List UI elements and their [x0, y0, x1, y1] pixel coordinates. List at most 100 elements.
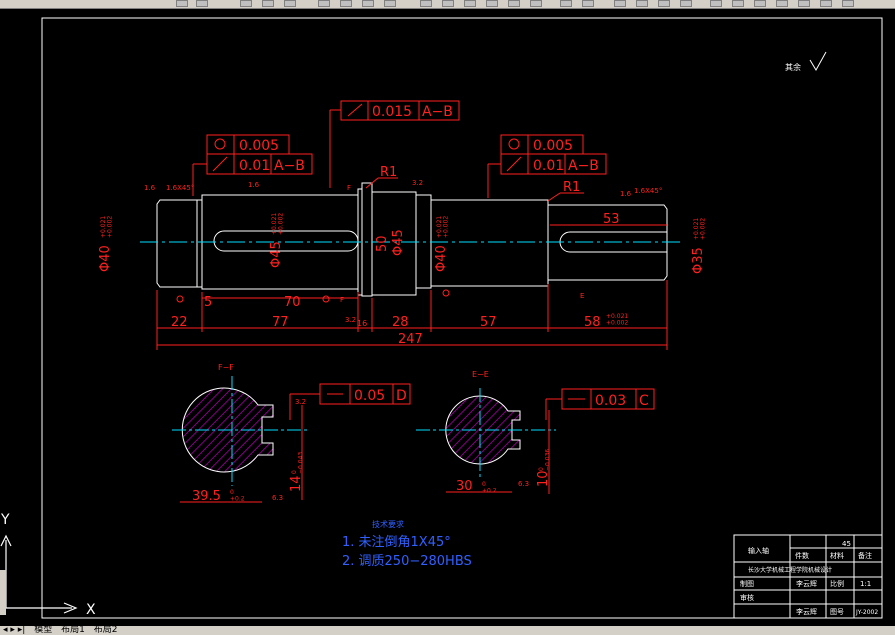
gdt-section-f-datum: D — [396, 388, 407, 404]
svg-text:247: 247 — [398, 332, 423, 347]
section-f-width: 39.5 — [192, 489, 221, 504]
toolbar-button[interactable] — [362, 0, 374, 7]
section-label-f: F−F — [218, 363, 234, 372]
roughness-value: 3.2 — [345, 316, 356, 324]
length-chain-labels: 22 77 16 28 57 58 247 — [171, 315, 601, 347]
drawing-canvas[interactable]: 其余 0.015 A−B 0.005 0.01 A−B 0.005 0.01 A… — [0, 9, 895, 626]
svg-text:件数: 件数 — [795, 551, 809, 560]
cut-marker-f: F — [340, 296, 344, 304]
toolbar-button[interactable] — [710, 0, 722, 7]
svg-text:Φ40: Φ40 — [434, 245, 449, 272]
chamfer-label-right: 1.6X45° — [634, 187, 662, 195]
svg-text:+0.021+0.002: +0.021+0.002 — [100, 216, 114, 238]
svg-text:16: 16 — [357, 319, 367, 328]
toolbar-button[interactable] — [614, 0, 626, 7]
toolbar-button[interactable] — [680, 0, 692, 7]
section-e-width-tol: 0 +0.2 — [482, 481, 497, 495]
toolbar-button[interactable] — [486, 0, 498, 7]
svg-text:28: 28 — [392, 315, 409, 330]
toolbar-button[interactable] — [560, 0, 572, 7]
svg-text:审核: 审核 — [740, 593, 754, 602]
svg-text:77: 77 — [272, 315, 289, 330]
shaft-main-view — [156, 182, 668, 297]
svg-text:1:1: 1:1 — [860, 580, 871, 588]
svg-text:Φ45: Φ45 — [269, 241, 284, 268]
toolbar-button[interactable] — [754, 0, 766, 7]
toolbar-button[interactable] — [420, 0, 432, 7]
toolbar-button[interactable] — [318, 0, 330, 7]
gdt-left-cyl: 0.005 — [239, 138, 279, 154]
gdt-right-datum: A−B — [568, 158, 599, 174]
datum-marker-icon — [176, 295, 184, 303]
tab-layout2[interactable]: 布局2 — [91, 625, 121, 635]
toolbar-button[interactable] — [240, 0, 252, 7]
section-f-width-tol: 0 +0.2 — [230, 489, 245, 503]
toolbar-button[interactable] — [582, 0, 594, 7]
roughness-value: 3.2 — [295, 398, 306, 406]
toolbar-button[interactable] — [636, 0, 648, 7]
gdt-top-tolerance: 0.015 — [372, 104, 412, 120]
datum-marker-icon — [442, 289, 450, 297]
toolbar-button[interactable] — [284, 0, 296, 7]
toolbar-button[interactable] — [530, 0, 542, 7]
section-e-key: 10 — [536, 470, 551, 487]
toolbar-button[interactable] — [384, 0, 396, 7]
svg-text:制图: 制图 — [740, 579, 754, 588]
left-scrollbar[interactable] — [0, 570, 6, 615]
length-dim: 5 — [204, 295, 212, 310]
section-e-width: 30 — [456, 479, 473, 494]
length-dim: 70 — [284, 295, 301, 310]
svg-text:+0.021+0.002: +0.021+0.002 — [436, 216, 450, 238]
svg-text:50: 50 — [375, 235, 390, 252]
drawing-border — [41, 17, 883, 619]
svg-text:+0.021+0.002: +0.021+0.002 — [693, 218, 707, 240]
section-f-key-tol: 0−0.043 — [291, 452, 305, 474]
svg-text:45: 45 — [842, 540, 851, 548]
tab-nav-arrows[interactable]: ◂ ▸ ▸| — [0, 625, 28, 635]
cut-marker-f: F — [347, 184, 351, 192]
layout-tab-bar: ◂ ▸ ▸| 模型 布局1 布局2 — [0, 626, 895, 635]
ucs-icon — [0, 534, 78, 614]
section-label-e: E−E — [472, 370, 489, 379]
toolbar-button[interactable] — [842, 0, 854, 7]
toolbar-button[interactable] — [176, 0, 188, 7]
toolbar-button[interactable] — [798, 0, 810, 7]
svg-text:材料: 材料 — [830, 551, 844, 560]
gdt-left-datum: A−B — [274, 158, 305, 174]
toolbar-button[interactable] — [442, 0, 454, 7]
chamfer-label-left: 1.6X45° — [166, 184, 194, 192]
toolbar-button[interactable] — [508, 0, 520, 7]
tab-layout1[interactable]: 布局1 — [58, 625, 88, 635]
svg-text:Φ40: Φ40 — [98, 245, 113, 272]
toolbar-button[interactable] — [776, 0, 788, 7]
tab-model[interactable]: 模型 — [31, 625, 55, 635]
svg-text:李云辉: 李云辉 — [796, 607, 817, 616]
roughness-note: 其余 — [785, 62, 801, 72]
toolbar-button[interactable] — [464, 0, 476, 7]
roughness-value: 3.2 — [412, 179, 423, 187]
svg-text:输入轴: 输入轴 — [748, 546, 769, 555]
toolbar-button[interactable] — [820, 0, 832, 7]
svg-text:备注: 备注 — [858, 551, 872, 560]
toolbar-button[interactable] — [340, 0, 352, 7]
svg-text:57: 57 — [480, 315, 497, 330]
toolbar-button[interactable] — [262, 0, 274, 7]
svg-text:58: 58 — [584, 315, 601, 330]
datum-marker-icon — [322, 295, 330, 303]
svg-text:比例: 比例 — [830, 579, 844, 588]
roughness-value: 1.6 — [620, 190, 632, 198]
gdt-frame-section-f — [289, 383, 411, 420]
svg-text:Φ35: Φ35 — [691, 247, 706, 274]
toolbar-button[interactable] — [658, 0, 670, 7]
tech-req-item: 2. 调质250−280HBS — [342, 554, 472, 569]
toolbar-button[interactable] — [196, 0, 208, 7]
gdt-top-datum: A−B — [422, 104, 453, 120]
tech-req-item: 1. 未注倒角1X45° — [342, 535, 451, 550]
gdt-section-f-tol: 0.05 — [354, 388, 385, 404]
svg-text:Φ45: Φ45 — [391, 229, 406, 256]
svg-text:JY-2002: JY-2002 — [855, 609, 878, 616]
toolbar-button[interactable] — [732, 0, 744, 7]
roughness-symbol-icon — [809, 51, 827, 71]
length-tol: +0.021 +0.002 — [606, 313, 628, 327]
svg-text:+0.021+0.002: +0.021+0.002 — [271, 213, 285, 235]
